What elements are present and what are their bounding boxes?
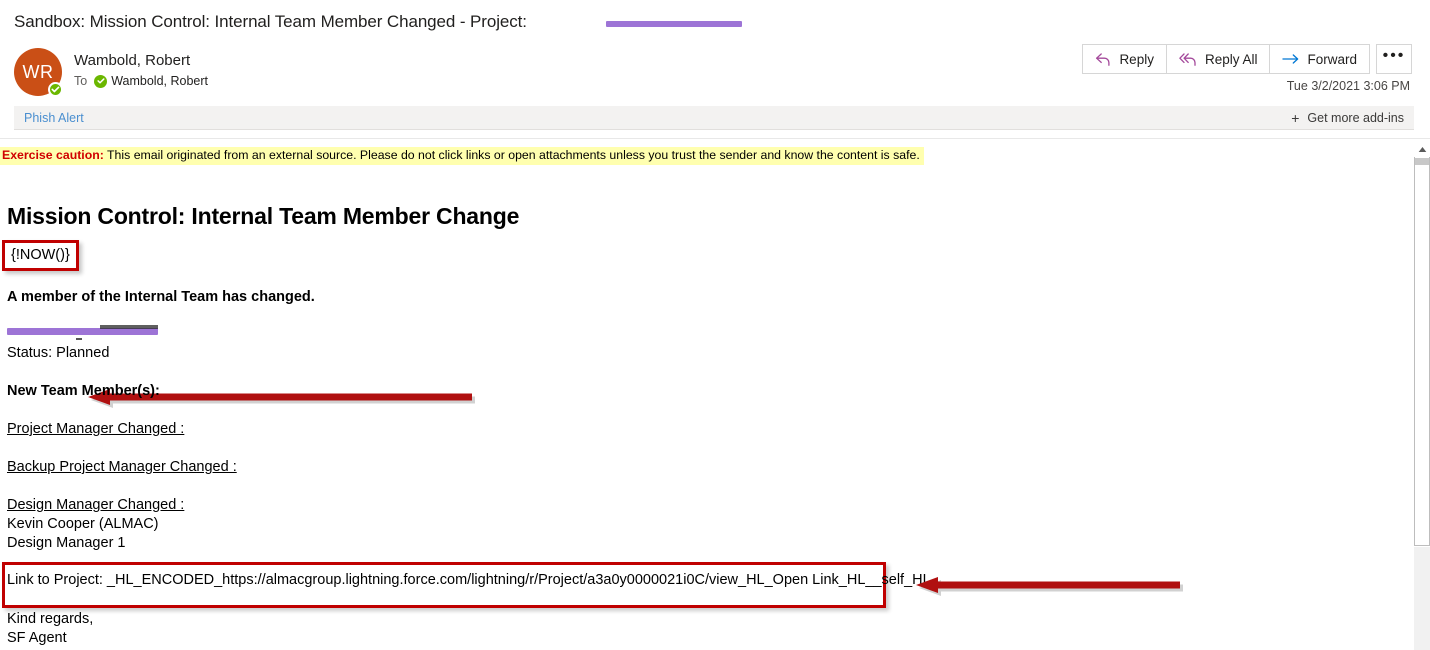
divider xyxy=(0,138,1430,139)
new-team-members-heading: New Team Member(s): xyxy=(7,383,160,399)
presence-available-icon xyxy=(48,82,63,97)
project-status-line: Status: Planned xyxy=(7,345,110,361)
ellipsis-icon: ••• xyxy=(1382,47,1406,64)
reply-button[interactable]: Reply xyxy=(1082,44,1167,74)
page-title: Sandbox: Mission Control: Internal Team … xyxy=(14,12,527,31)
reply-label: Reply xyxy=(1119,51,1154,67)
body-summary-line: A member of the Internal Team has change… xyxy=(7,289,315,305)
scrollbar-track[interactable] xyxy=(1414,141,1430,546)
verified-recipient-icon xyxy=(94,74,108,88)
redaction-residual-text xyxy=(100,325,158,329)
redaction-dash xyxy=(76,338,82,340)
caution-message: This email originated from an external s… xyxy=(107,148,920,162)
sign-off-name: SF Agent xyxy=(7,630,67,646)
backup-project-manager-changed-label: Backup Project Manager Changed : xyxy=(7,459,237,475)
to-label: To xyxy=(74,74,88,88)
reply-all-arrow-icon xyxy=(1179,52,1198,67)
now-token-text: {!NOW()} xyxy=(11,247,70,263)
reply-all-label: Reply All xyxy=(1204,51,1258,67)
get-more-addins-label: Get more add-ins xyxy=(1307,110,1404,125)
scroll-thumb[interactable] xyxy=(1415,158,1429,165)
sender-name: Wambold, Robert xyxy=(74,52,191,69)
recipient-line: To Wambold, Robert xyxy=(74,72,208,90)
design-manager-changed-label: Design Manager Changed : xyxy=(7,497,185,513)
forward-button[interactable]: Forward xyxy=(1269,44,1370,74)
outlook-reading-pane: Sandbox: Mission Control: Internal Team … xyxy=(0,0,1430,650)
email-body: Exercise caution: This email originated … xyxy=(0,140,1430,650)
get-more-addins-button[interactable]: + Get more add-ins xyxy=(1291,111,1404,125)
more-actions-button[interactable]: ••• xyxy=(1376,44,1412,74)
scrollbar-lower-area xyxy=(1414,547,1430,650)
now-token-highlight-box: {!NOW()} xyxy=(2,240,79,271)
project-link-text[interactable]: Link to Project: _HL_ENCODED_https://alm… xyxy=(7,572,939,588)
caution-lead-label: Exercise caution: xyxy=(2,148,104,162)
forward-arrow-icon xyxy=(1282,52,1300,66)
addin-bar: Phish Alert + Get more add-ins xyxy=(14,106,1414,130)
project-manager-changed-label: Project Manager Changed : xyxy=(7,421,185,437)
purple-redaction-mark-project xyxy=(7,328,158,335)
message-actions-toolbar: Reply Reply All Forward ••• xyxy=(1082,44,1412,74)
avatar[interactable]: WR xyxy=(14,48,63,97)
reply-all-button[interactable]: Reply All xyxy=(1165,44,1271,74)
design-manager-role: Design Manager 1 xyxy=(7,535,126,551)
plus-icon: + xyxy=(1291,109,1300,126)
forward-label: Forward xyxy=(1307,51,1357,67)
scroll-up-arrow-icon[interactable] xyxy=(1414,141,1430,157)
purple-redaction-mark-subject xyxy=(606,21,742,27)
recipient-name[interactable]: Wambold, Robert xyxy=(111,72,208,90)
email-heading: Mission Control: Internal Team Member Ch… xyxy=(7,203,520,229)
sign-off-line: Kind regards, xyxy=(7,611,94,627)
design-manager-name: Kevin Cooper (ALMAC) xyxy=(7,516,159,532)
sender-names: Wambold, Robert To Wambold, Robert xyxy=(74,48,208,90)
sender-block: WR Wambold, Robert To Wambold, Robert xyxy=(14,48,208,97)
message-timestamp: Tue 3/2/2021 3:06 PM xyxy=(1286,79,1410,93)
reply-arrow-icon xyxy=(1095,52,1112,67)
red-left-arrow-icon-link xyxy=(912,576,1184,598)
body-scrollbar[interactable] xyxy=(1412,140,1430,650)
phish-alert-addin-button[interactable]: Phish Alert xyxy=(24,111,84,125)
external-sender-warning: Exercise caution: This email originated … xyxy=(0,147,924,165)
